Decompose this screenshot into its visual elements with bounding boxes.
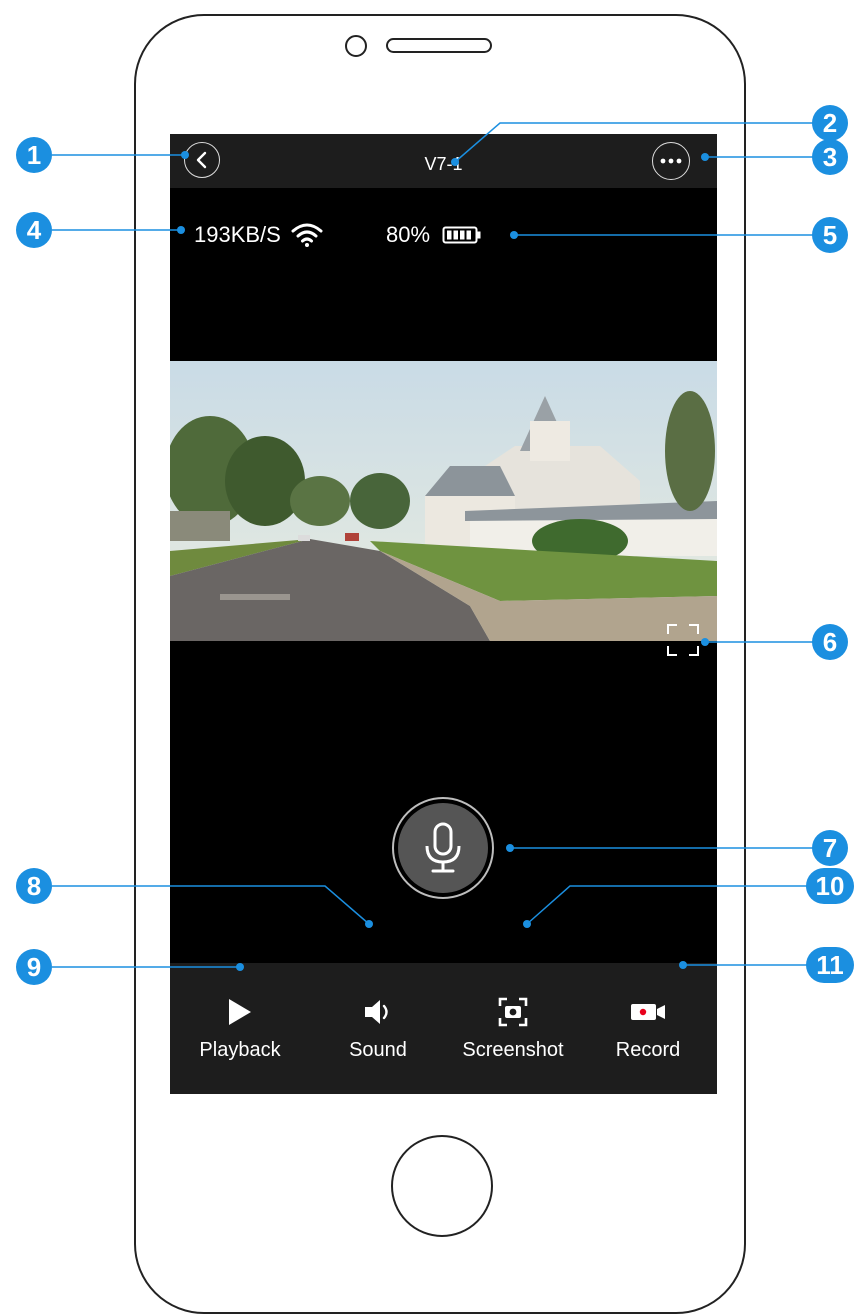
callout-9: 9	[16, 949, 52, 985]
callout-6: 6	[812, 624, 848, 660]
callout-7: 7	[812, 830, 848, 866]
callout-lines	[52, 122, 838, 971]
callout-5: 5	[812, 217, 848, 253]
callout-4: 4	[16, 212, 52, 248]
callout-11: 11	[806, 947, 854, 983]
callout-3: 3	[812, 139, 848, 175]
callout-2: 2	[812, 105, 848, 141]
callout-1: 1	[16, 137, 52, 173]
callout-10: 10	[806, 868, 854, 904]
callout-8: 8	[16, 868, 52, 904]
